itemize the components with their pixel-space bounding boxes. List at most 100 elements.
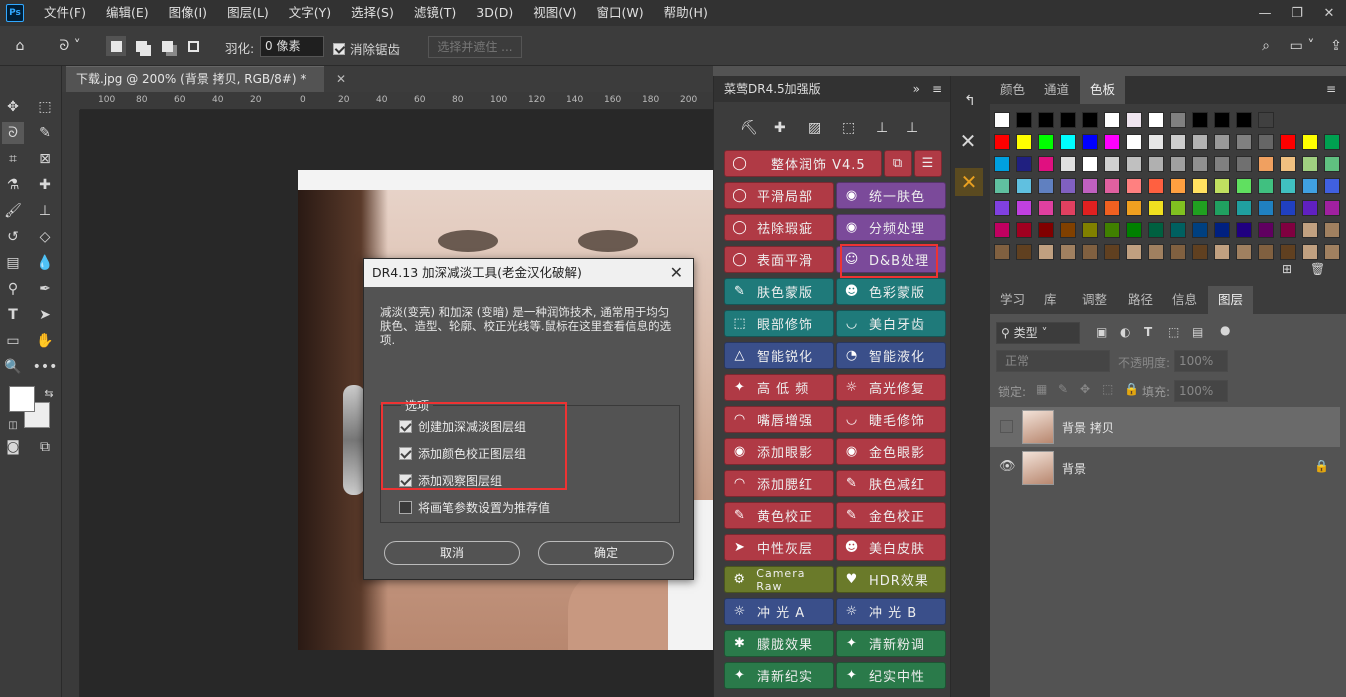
dr-button[interactable]: ☻ 色彩蒙版 bbox=[836, 278, 946, 305]
dr-button[interactable]: ✦ 清新纪实 bbox=[724, 662, 834, 689]
search-icon[interactable]: ⌕ bbox=[1256, 36, 1276, 56]
dr-button[interactable]: ✦ 纪实中性 bbox=[836, 662, 946, 689]
add-selection-button[interactable] bbox=[131, 36, 151, 56]
color-swatch[interactable] bbox=[1082, 200, 1098, 216]
menu-filter[interactable]: 滤镜(T) bbox=[404, 0, 466, 26]
color-swatch[interactable] bbox=[1126, 156, 1142, 172]
color-swatch[interactable] bbox=[1170, 222, 1186, 238]
color-swatch[interactable] bbox=[994, 200, 1010, 216]
lasso-tool-icon[interactable]: ᘐ bbox=[2, 122, 24, 144]
lock-artboard-icon[interactable]: ⬚ bbox=[1102, 382, 1113, 396]
color-swatch[interactable] bbox=[994, 244, 1010, 260]
color-swatch[interactable] bbox=[1038, 156, 1054, 172]
color-swatch[interactable] bbox=[1258, 178, 1274, 194]
lasso-preset-icon[interactable]: ᘐ ˅ bbox=[52, 36, 88, 56]
color-swatch[interactable] bbox=[1170, 134, 1186, 150]
color-swatch[interactable] bbox=[1302, 134, 1318, 150]
dr-button[interactable]: ☻ 美白皮肤 bbox=[836, 534, 946, 561]
color-swatch[interactable] bbox=[1126, 222, 1142, 238]
option-brush-defaults[interactable]: 将画笔参数设置为推荐值 bbox=[399, 499, 550, 515]
color-swatch[interactable] bbox=[1016, 244, 1032, 260]
color-swatch[interactable] bbox=[1214, 134, 1230, 150]
tools-panel-icon[interactable]: ✕ bbox=[957, 129, 979, 153]
menu-file[interactable]: 文件(F) bbox=[34, 0, 96, 26]
default-colors-icon[interactable]: ◫ bbox=[2, 414, 24, 436]
dr-button-overall[interactable]: ◯ 整体润饰 V4.5 bbox=[724, 150, 882, 177]
dr-button[interactable]: ✦ 高 低 频 bbox=[724, 374, 834, 401]
frame-tool-icon[interactable]: ⊠ bbox=[34, 148, 56, 170]
menu-edit[interactable]: 编辑(E) bbox=[96, 0, 159, 26]
color-swatch[interactable] bbox=[1192, 134, 1208, 150]
color-swatch[interactable] bbox=[1126, 244, 1142, 260]
ok-button[interactable]: 确定 bbox=[538, 541, 674, 565]
color-swatch[interactable] bbox=[1236, 244, 1252, 260]
color-swatch[interactable] bbox=[1192, 222, 1208, 238]
color-swatch[interactable] bbox=[1236, 222, 1252, 238]
color-swatch[interactable] bbox=[994, 134, 1010, 150]
color-swatch[interactable] bbox=[1324, 134, 1340, 150]
color-swatch[interactable] bbox=[994, 178, 1010, 194]
color-swatch[interactable] bbox=[1060, 222, 1076, 238]
color-swatch[interactable] bbox=[1302, 178, 1318, 194]
color-swatch[interactable] bbox=[1016, 222, 1032, 238]
document-tab[interactable]: 下载.jpg @ 200% (背景 拷贝, RGB/8#) * ✕ bbox=[66, 66, 346, 92]
brush-set-icon[interactable]: ⛏ bbox=[740, 120, 758, 136]
lock-paint-icon[interactable]: ✎ bbox=[1058, 382, 1068, 396]
color-swatch[interactable] bbox=[1258, 156, 1274, 172]
color-swatch[interactable] bbox=[1038, 222, 1054, 238]
dr-button[interactable]: ✱ 朦胧效果 bbox=[724, 630, 834, 657]
checkbox-icon[interactable] bbox=[333, 42, 345, 55]
layer-filter-select[interactable]: ⚲ 类型 ˅ bbox=[996, 322, 1080, 344]
brush-tool-icon[interactable]: 🖌 bbox=[2, 200, 24, 222]
stamp-plus-icon[interactable]: ⊥ bbox=[906, 120, 918, 136]
visibility-toggle-off[interactable] bbox=[1000, 420, 1013, 433]
shape-tool-icon[interactable]: ▭ bbox=[2, 330, 24, 352]
color-swatch[interactable] bbox=[1302, 156, 1318, 172]
adjustment-filter-icon[interactable]: ◐ bbox=[1120, 325, 1130, 339]
intersect-selection-button[interactable] bbox=[183, 36, 203, 56]
color-swatch[interactable] bbox=[1302, 200, 1318, 216]
dr-button[interactable]: ◯ 表面平滑 bbox=[724, 246, 834, 273]
dr-button[interactable]: ◯ 平滑局部 bbox=[724, 182, 834, 209]
color-swatch[interactable] bbox=[1104, 178, 1120, 194]
dr-button[interactable]: ✎ 金色校正 bbox=[836, 502, 946, 529]
dr-button[interactable]: ◯ 祛除瑕疵 bbox=[724, 214, 834, 241]
swap-colors-icon[interactable]: ⇆ bbox=[38, 382, 60, 404]
smart-filter-icon[interactable]: ▤ bbox=[1192, 325, 1203, 339]
dr-panel-icon[interactable]: ✕ bbox=[955, 168, 983, 196]
color-swatch[interactable] bbox=[1170, 112, 1186, 128]
color-swatch[interactable] bbox=[1060, 156, 1076, 172]
color-swatch[interactable] bbox=[1038, 200, 1054, 216]
color-swatch[interactable] bbox=[1170, 156, 1186, 172]
dr-button[interactable]: ◉ 金色眼影 bbox=[836, 438, 946, 465]
gradient-tool-icon[interactable]: ▤ bbox=[2, 252, 24, 274]
color-swatch[interactable] bbox=[1126, 200, 1142, 216]
zoom-tool-icon[interactable]: 🔍 bbox=[2, 356, 24, 378]
dr-button[interactable]: ◡ 睫毛修饰 bbox=[836, 406, 946, 433]
color-swatch[interactable] bbox=[1082, 178, 1098, 194]
color-swatch[interactable] bbox=[994, 222, 1010, 238]
dr-button[interactable]: ◠ 嘴唇增强 bbox=[724, 406, 834, 433]
color-swatch[interactable] bbox=[1280, 156, 1296, 172]
color-swatch[interactable] bbox=[1038, 112, 1054, 128]
selection-icon[interactable]: ⬚ bbox=[842, 120, 855, 136]
minimize-icon[interactable]: — bbox=[1250, 0, 1280, 26]
color-swatch[interactable] bbox=[1170, 200, 1186, 216]
color-swatch[interactable] bbox=[1236, 112, 1252, 128]
eraser-tool-icon[interactable]: ◇ bbox=[34, 226, 56, 248]
color-swatch[interactable] bbox=[1060, 244, 1076, 260]
color-swatch[interactable] bbox=[1258, 244, 1274, 260]
color-swatch[interactable] bbox=[1236, 156, 1252, 172]
tab-adjustments[interactable]: 调整 bbox=[1072, 286, 1117, 314]
color-swatch[interactable] bbox=[1258, 134, 1274, 150]
lock-move-icon[interactable]: ✥ bbox=[1080, 382, 1090, 396]
color-swatch[interactable] bbox=[1324, 200, 1340, 216]
color-swatch[interactable] bbox=[1060, 178, 1076, 194]
color-swatch[interactable] bbox=[1104, 244, 1120, 260]
hand-tool-icon[interactable]: ✋ bbox=[34, 330, 56, 352]
fill-input[interactable]: 100% bbox=[1174, 380, 1228, 402]
color-swatch[interactable] bbox=[1148, 178, 1164, 194]
eye-icon[interactable]: 👁 bbox=[999, 459, 1016, 474]
dr-settings-button[interactable]: ☰ bbox=[914, 150, 942, 177]
tab-paths[interactable]: 路径 bbox=[1118, 286, 1163, 314]
